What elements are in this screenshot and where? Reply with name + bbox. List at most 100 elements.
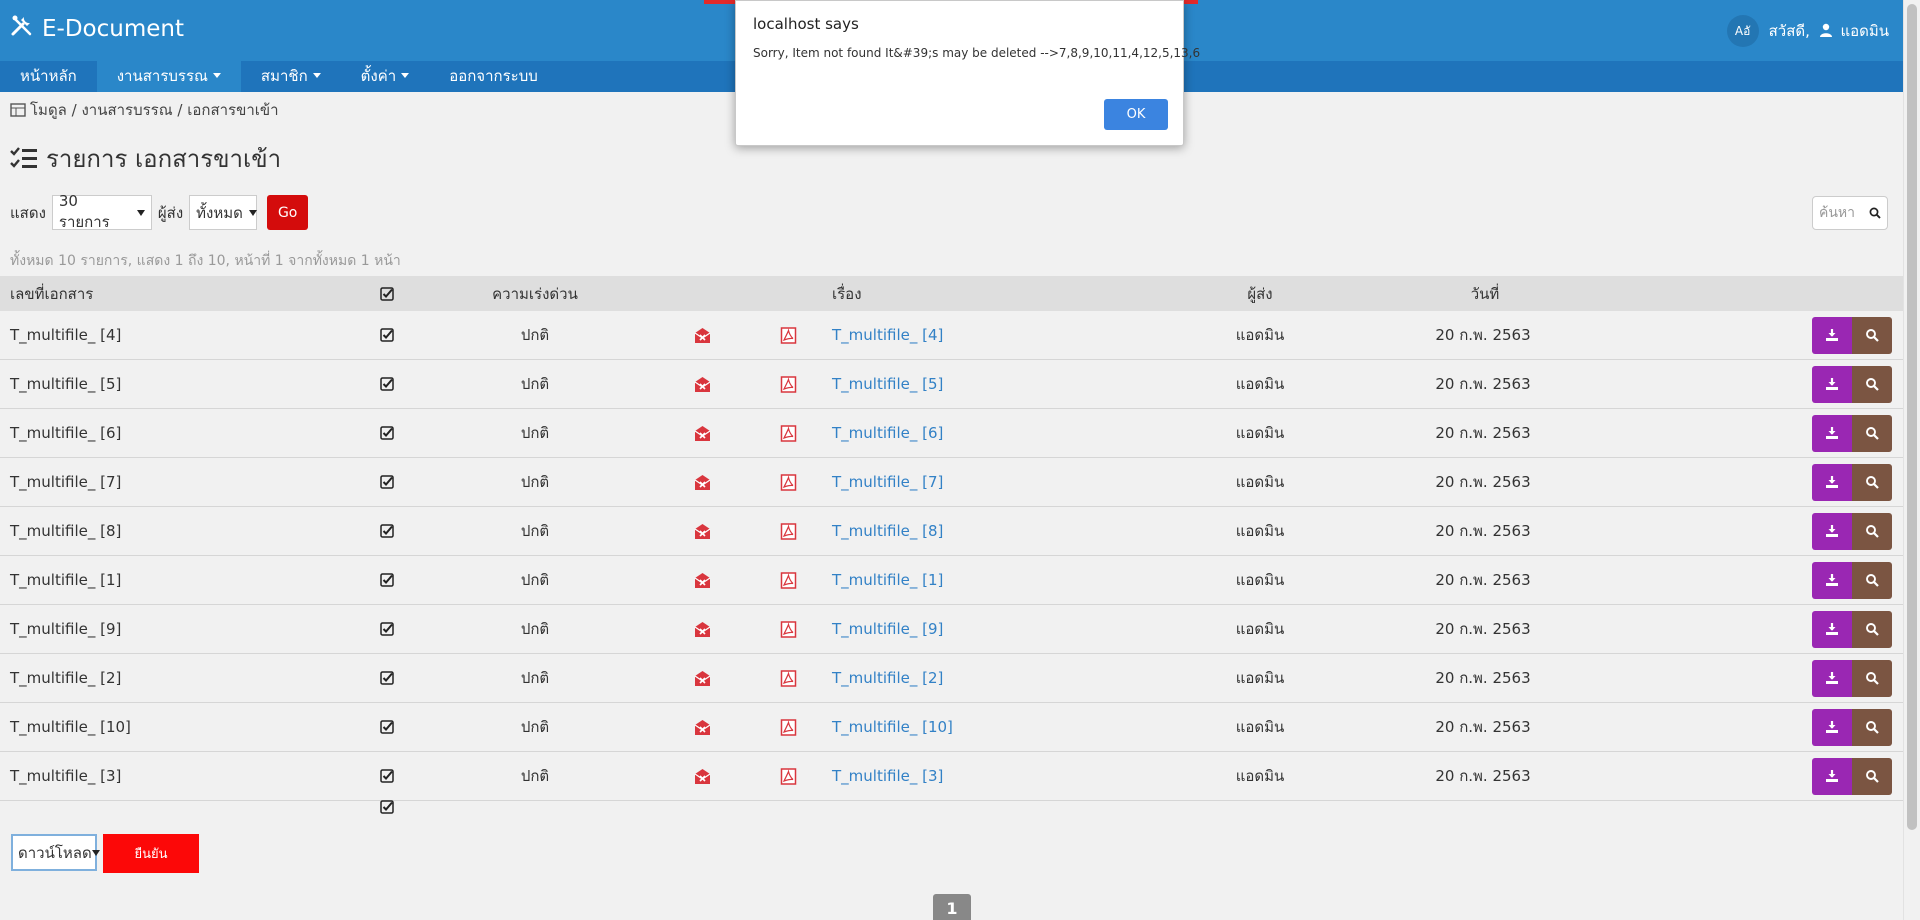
view-button[interactable] — [1852, 316, 1892, 354]
subject-link[interactable]: T_multifile_ [6] — [832, 409, 943, 457]
envelope-x-icon[interactable] — [694, 458, 711, 506]
row-checkbox[interactable] — [380, 654, 394, 702]
checkbox-checked-icon — [380, 328, 394, 342]
pdf-icon[interactable] — [780, 360, 797, 408]
row-checkbox[interactable] — [380, 703, 394, 751]
subject-link[interactable]: T_multifile_ [4] — [832, 311, 943, 359]
breadcrumb-text[interactable]: โมดูล / งานสารบรรณ / เอกสารขาเข้า — [30, 98, 279, 122]
download-button[interactable] — [1812, 659, 1852, 697]
user-icon — [1819, 23, 1832, 37]
envelope-x-icon[interactable] — [694, 311, 711, 359]
row-checkbox[interactable] — [380, 605, 394, 653]
urgency: ปกติ — [520, 767, 550, 785]
page-scrollbar[interactable] — [1903, 0, 1920, 920]
view-button[interactable] — [1852, 463, 1892, 501]
header-date[interactable]: วันที่ — [1460, 276, 1510, 311]
dialog-title: localhost says — [753, 15, 859, 33]
pdf-icon[interactable] — [780, 311, 797, 359]
download-button[interactable] — [1812, 316, 1852, 354]
pdf-icon[interactable] — [780, 507, 797, 555]
download-button[interactable] — [1812, 414, 1852, 452]
download-button[interactable] — [1812, 708, 1852, 746]
pdf-icon[interactable] — [780, 752, 797, 800]
user-menu[interactable]: สวัสดี, แอดมิน — [1769, 19, 1889, 43]
menu-members[interactable]: สมาชิก — [241, 61, 341, 92]
view-button[interactable] — [1852, 561, 1892, 599]
doc-number: T_multifile_ [3] — [10, 767, 122, 785]
date: 20 ก.พ. 2563 — [1435, 571, 1531, 589]
language-button[interactable]: Aอั — [1726, 15, 1759, 47]
pdf-icon[interactable] — [780, 409, 797, 457]
subject-link[interactable]: T_multifile_ [10] — [832, 703, 953, 751]
envelope-x-icon[interactable] — [694, 703, 711, 751]
envelope-x-icon[interactable] — [694, 605, 711, 653]
subject-link[interactable]: T_multifile_ [3] — [832, 752, 943, 800]
menu-logout[interactable]: ออกจากระบบ — [429, 61, 558, 92]
notification-strip — [1184, 0, 1198, 4]
per-page-select[interactable]: 30 รายการ — [51, 192, 152, 231]
pdf-icon[interactable] — [780, 654, 797, 702]
bulk-action-select[interactable]: ดาวน์โหลด — [11, 834, 100, 871]
view-button[interactable] — [1852, 512, 1892, 550]
view-button[interactable] — [1852, 757, 1892, 795]
date: 20 ก.พ. 2563 — [1435, 620, 1531, 638]
envelope-x-icon[interactable] — [694, 409, 711, 457]
pdf-icon[interactable] — [780, 556, 797, 604]
download-button[interactable] — [1812, 561, 1852, 599]
download-button[interactable] — [1812, 757, 1852, 795]
view-button[interactable] — [1852, 659, 1892, 697]
subject-link[interactable]: T_multifile_ [5] — [832, 360, 943, 408]
view-button[interactable] — [1852, 610, 1892, 648]
subject-link[interactable]: T_multifile_ [8] — [832, 507, 943, 555]
view-button[interactable] — [1852, 414, 1892, 452]
dialog-ok-button[interactable]: OK — [1104, 99, 1168, 130]
envelope-x-icon[interactable] — [694, 507, 711, 555]
subject-link[interactable]: T_multifile_ [2] — [832, 654, 943, 702]
header-urgency[interactable]: ความเร่งด่วน — [490, 276, 580, 311]
envelope-x-icon[interactable] — [694, 360, 711, 408]
scrollbar-thumb[interactable] — [1907, 4, 1917, 830]
envelope-x-icon[interactable] — [694, 654, 711, 702]
go-button[interactable]: Go — [267, 195, 309, 230]
row-checkbox[interactable] — [380, 409, 394, 457]
documents-table: เลขที่เอกสาร ความเร่งด่วน เรื่อง ผู้ส่ง … — [0, 276, 1903, 801]
select-all-checkbox[interactable] — [380, 276, 394, 311]
download-button[interactable] — [1812, 463, 1852, 501]
menu-home[interactable]: หน้าหลัก — [0, 61, 97, 92]
row-checkbox[interactable] — [380, 458, 394, 506]
sender: แอดมิน — [1235, 718, 1285, 736]
row-checkbox[interactable] — [380, 556, 394, 604]
pdf-icon[interactable] — [780, 605, 797, 653]
header-subject[interactable]: เรื่อง — [832, 276, 862, 311]
menu-settings[interactable]: ตั้งค่า — [341, 61, 430, 92]
row-checkbox[interactable] — [380, 752, 394, 800]
download-icon — [1826, 672, 1838, 684]
view-button[interactable] — [1852, 365, 1892, 403]
header-doc-no[interactable]: เลขที่เอกสาร — [10, 276, 93, 311]
row-checkbox[interactable] — [380, 311, 394, 359]
subject-link[interactable]: T_multifile_ [7] — [832, 458, 943, 506]
sender-select[interactable]: ทั้งหมด — [189, 195, 258, 230]
pdf-icon[interactable] — [780, 458, 797, 506]
envelope-x-icon[interactable] — [694, 752, 711, 800]
subject-link[interactable]: T_multifile_ [9] — [832, 605, 943, 653]
row-checkbox[interactable] — [380, 360, 394, 408]
bulk-submit-button[interactable]: ยืนยัน — [103, 834, 199, 873]
header-sender[interactable]: ผู้ส่ง — [1220, 276, 1300, 311]
download-button[interactable] — [1812, 512, 1852, 550]
menu-correspondence[interactable]: งานสารบรรณ — [96, 61, 241, 92]
footer-checkbox[interactable] — [380, 800, 394, 818]
doc-number: T_multifile_ [6] — [10, 424, 122, 442]
app-brand[interactable]: E-Document — [10, 14, 184, 44]
download-button[interactable] — [1812, 610, 1852, 648]
download-button[interactable] — [1812, 365, 1852, 403]
pdf-icon[interactable] — [780, 703, 797, 751]
row-checkbox[interactable] — [380, 507, 394, 555]
envelope-x-icon[interactable] — [694, 556, 711, 604]
pagination-current-page[interactable]: 1 — [933, 894, 971, 920]
search-placeholder: ค้นหา — [1819, 205, 1856, 221]
search-input[interactable]: ค้นหา — [1812, 196, 1888, 230]
view-button[interactable] — [1852, 708, 1892, 746]
subject-link[interactable]: T_multifile_ [1] — [832, 556, 943, 604]
search-icon[interactable] — [1869, 207, 1881, 219]
